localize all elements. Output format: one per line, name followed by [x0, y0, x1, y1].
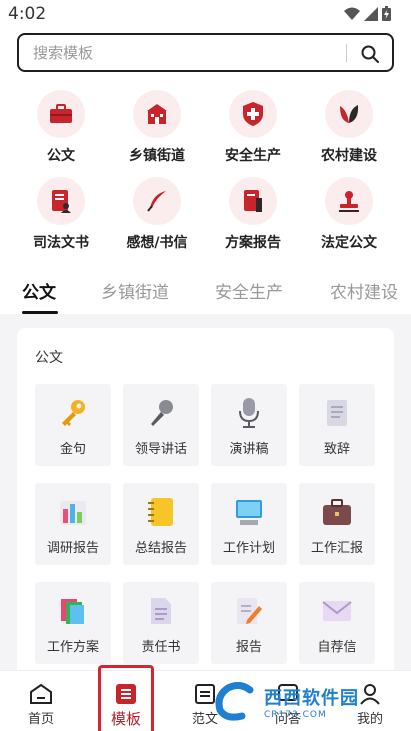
category-gongwen[interactable]: 公文 [11, 90, 111, 165]
search-bar [17, 33, 394, 72]
tile-zijianxin[interactable]: 自荐信 [299, 582, 375, 664]
tile-label: 调研报告 [46, 541, 99, 556]
tile-jinju[interactable]: 金句 [35, 384, 111, 466]
tile-baogao[interactable]: 报告 [211, 582, 287, 664]
tile-label: 责任书 [141, 640, 181, 655]
building-icon [133, 90, 181, 138]
briefcase-icon [37, 90, 85, 138]
search-input[interactable] [33, 42, 333, 64]
home-icon [30, 683, 52, 704]
tab-anquan[interactable]: 安全生产 [215, 278, 283, 303]
category-label: 感想/书信 [126, 235, 188, 251]
podcast-mic-icon [239, 398, 259, 428]
tile-label: 报告 [235, 640, 262, 655]
tile-jihua[interactable]: 工作计划 [211, 483, 287, 565]
tile-label: 自荐信 [317, 640, 357, 655]
legal-doc-icon [37, 177, 85, 225]
nav-template[interactable]: 模板 [98, 665, 154, 731]
search-icon [361, 45, 379, 63]
microphone-icon [151, 400, 173, 426]
bar-chart-icon [60, 501, 86, 525]
computer-icon [236, 500, 262, 525]
cell-signal-icon [364, 6, 378, 21]
category-anquan[interactable]: 安全生产 [203, 90, 303, 165]
signal-icon [344, 7, 360, 20]
category-label: 司法文书 [33, 235, 89, 251]
briefcase-icon [323, 499, 351, 525]
template-icon [116, 684, 136, 704]
card-title: 公文 [35, 350, 63, 366]
category-label: 农村建设 [321, 148, 377, 164]
battery-icon [382, 6, 391, 21]
report-book-icon [229, 177, 277, 225]
nav-label: 首页 [27, 712, 54, 727]
category-sifa[interactable]: 司法文书 [11, 177, 111, 252]
watermark-logo: 西西软件园 CR173.COM [212, 680, 392, 724]
tile-label: 领导讲话 [134, 442, 187, 457]
watermark-sub: CR173.COM [264, 710, 327, 720]
category-xiangzhen[interactable]: 乡镇街道 [107, 90, 207, 165]
tile-zhici[interactable]: 致辞 [299, 384, 375, 466]
category-nongcun[interactable]: 农村建设 [299, 90, 399, 165]
tab-gongwen[interactable]: 公文 [22, 278, 56, 303]
category-ganxiang[interactable]: 感想/书信 [107, 177, 207, 252]
status-time: 4:02 [8, 4, 47, 24]
search-button[interactable] [357, 41, 383, 67]
tile-yanjiang[interactable]: 演讲稿 [211, 384, 287, 466]
tile-label: 金句 [59, 442, 86, 457]
tile-label: 总结报告 [134, 541, 187, 556]
tile-diaoyan[interactable]: 调研报告 [35, 483, 111, 565]
tile-label: 致辞 [323, 442, 350, 457]
tile-zongjie[interactable]: 总结报告 [123, 483, 199, 565]
notebook-icon [148, 498, 173, 526]
status-bar: 4:02 [0, 0, 411, 28]
nav-label: 模板 [110, 710, 141, 728]
tab-bar: 公文 乡镇街道 安全生产 农村建设 [0, 264, 411, 314]
watermark-text: 西西软件园 [264, 688, 359, 709]
key-icon [62, 400, 85, 426]
category-label: 公文 [47, 148, 75, 164]
tile-label: 工作计划 [222, 541, 275, 556]
search-divider [346, 44, 347, 62]
document-icon [327, 400, 347, 426]
page-icon [151, 598, 171, 624]
tile-zerenshu[interactable]: 责任书 [123, 582, 199, 664]
envelope-icon [322, 601, 352, 621]
books-icon [61, 599, 84, 624]
category-label: 方案报告 [225, 235, 281, 251]
quill-icon [133, 177, 181, 225]
tab-nongcun[interactable]: 农村建设 [330, 278, 398, 303]
category-fading[interactable]: 法定公文 [299, 177, 399, 252]
template-card: 公文 金句 领导讲话 演讲稿 致辞 调研报告 总结报告 工作计划 工作汇报 工作… [17, 328, 394, 678]
tile-label: 演讲稿 [229, 442, 269, 457]
leaf-icon [325, 90, 373, 138]
category-label: 法定公文 [321, 235, 377, 251]
seal-stamp-icon [325, 177, 373, 225]
category-label: 乡镇街道 [129, 148, 185, 164]
tile-fangan[interactable]: 工作方案 [35, 582, 111, 664]
tab-indicator [22, 311, 58, 314]
safety-shield-icon [229, 90, 277, 138]
tab-xiangzhen[interactable]: 乡镇街道 [101, 278, 169, 303]
tile-label: 工作方案 [46, 640, 99, 655]
tile-label: 工作汇报 [310, 541, 363, 556]
nav-home[interactable]: 首页 [1, 671, 81, 731]
category-label: 安全生产 [225, 148, 281, 164]
category-fangan[interactable]: 方案报告 [203, 177, 303, 252]
tile-lingdao[interactable]: 领导讲话 [123, 384, 199, 466]
tile-huibao[interactable]: 工作汇报 [299, 483, 375, 565]
edit-doc-icon [237, 598, 262, 624]
system-icons [344, 6, 391, 21]
watermark-c-icon [215, 682, 254, 721]
